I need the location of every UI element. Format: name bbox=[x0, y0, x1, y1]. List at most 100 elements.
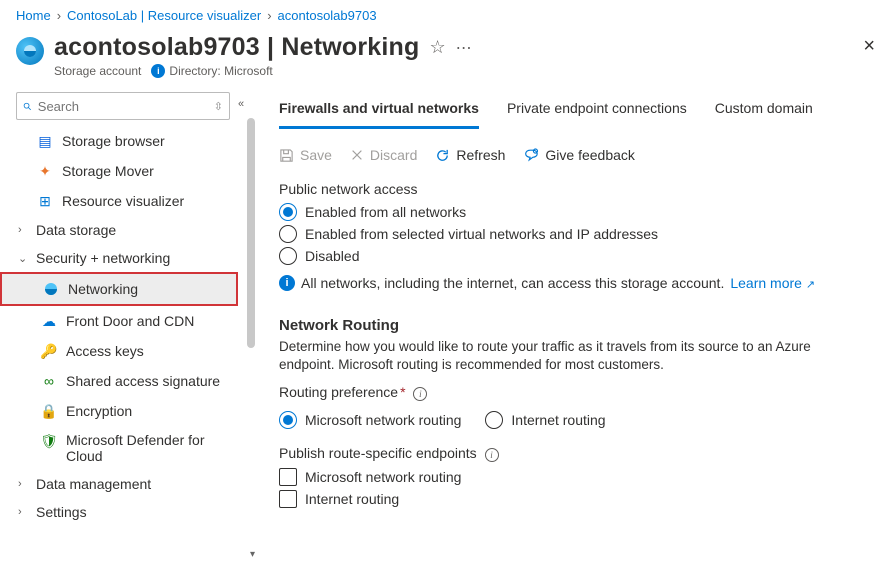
favorite-star-icon[interactable]: ☆ bbox=[429, 37, 445, 58]
save-button: Save bbox=[279, 147, 332, 163]
radio-internet-routing[interactable]: Internet routing bbox=[485, 411, 605, 429]
chevron-down-icon: ⌄ bbox=[18, 252, 28, 265]
sidebar-item-storage-browser[interactable]: ▤ Storage browser bbox=[0, 126, 238, 156]
sidebar-item-label: Security + networking bbox=[36, 250, 170, 266]
button-label: Discard bbox=[370, 147, 417, 163]
info-icon: i bbox=[279, 275, 295, 291]
sidebar-item-label: Resource visualizer bbox=[62, 193, 184, 209]
radio-label: Enabled from all networks bbox=[305, 204, 466, 220]
page-header: acontosolab9703 | Networking ☆ ⋯ Storage… bbox=[0, 27, 891, 88]
discard-icon bbox=[350, 148, 364, 162]
scroll-down-icon[interactable]: ▾ bbox=[250, 549, 255, 560]
sidebar-item-networking[interactable]: Networking bbox=[0, 272, 238, 306]
tab-custom-domain[interactable]: Custom domain bbox=[715, 92, 813, 129]
sidebar-item-front-door-cdn[interactable]: ☁ Front Door and CDN bbox=[0, 306, 238, 336]
button-label: Save bbox=[300, 147, 332, 163]
public-access-heading: Public network access bbox=[279, 181, 873, 197]
refresh-button[interactable]: Refresh bbox=[435, 147, 505, 163]
radio-icon bbox=[279, 411, 297, 429]
sidebar-item-resource-visualizer[interactable]: ⊞ Resource visualizer bbox=[0, 186, 238, 216]
close-icon[interactable]: × bbox=[863, 35, 875, 58]
info-text: All networks, including the internet, ca… bbox=[301, 275, 724, 291]
sidebar-item-label: Shared access signature bbox=[66, 373, 220, 389]
storage-mover-icon: ✦ bbox=[36, 162, 54, 180]
info-tooltip-icon[interactable]: i bbox=[485, 448, 499, 462]
sidebar-item-label: Networking bbox=[68, 281, 138, 297]
sidebar-item-label: Storage Mover bbox=[62, 163, 154, 179]
sidebar-item-data-storage[interactable]: › Data storage bbox=[0, 216, 238, 244]
radio-icon bbox=[279, 225, 297, 243]
search-icon bbox=[23, 100, 32, 113]
radio-enabled-all[interactable]: Enabled from all networks bbox=[279, 203, 873, 221]
toolbar: Save Discard Refresh Give feedback bbox=[279, 147, 873, 163]
checkbox-icon bbox=[279, 490, 297, 508]
network-routing-desc: Determine how you would like to route yo… bbox=[279, 338, 859, 374]
resource-type-label: Storage account bbox=[54, 64, 141, 78]
feedback-button[interactable]: Give feedback bbox=[523, 147, 635, 163]
sidebar-item-label: Storage browser bbox=[62, 133, 165, 149]
tab-firewalls[interactable]: Firewalls and virtual networks bbox=[279, 92, 479, 129]
radio-label: Disabled bbox=[305, 248, 359, 264]
breadcrumb-home[interactable]: Home bbox=[16, 8, 51, 23]
save-icon bbox=[279, 148, 294, 163]
radio-ms-routing[interactable]: Microsoft network routing bbox=[279, 411, 461, 429]
required-star-icon: * bbox=[400, 384, 405, 400]
sidebar-item-defender[interactable]: 🛡 Microsoft Defender for Cloud bbox=[0, 426, 238, 470]
sidebar-item-label: Settings bbox=[36, 504, 87, 520]
front-door-icon: ☁ bbox=[40, 312, 58, 330]
discard-button: Discard bbox=[350, 147, 417, 163]
search-input[interactable] bbox=[38, 99, 214, 114]
radio-icon bbox=[485, 411, 503, 429]
sidebar-item-access-keys[interactable]: 🔑 Access keys bbox=[0, 336, 238, 366]
checkbox-ms-routing[interactable]: Microsoft network routing bbox=[279, 468, 873, 486]
resource-visualizer-icon: ⊞ bbox=[36, 192, 54, 210]
radio-label: Enabled from selected virtual networks a… bbox=[305, 226, 658, 242]
radio-disabled[interactable]: Disabled bbox=[279, 247, 873, 265]
sidebar-item-label: Encryption bbox=[66, 403, 132, 419]
chevron-right-icon: › bbox=[57, 8, 61, 23]
info-message: i All networks, including the internet, … bbox=[279, 275, 873, 291]
directory-label: Directory: Microsoft bbox=[169, 64, 272, 78]
signature-icon: ∞ bbox=[40, 372, 58, 390]
sidebar-search[interactable]: ⇳ bbox=[16, 92, 230, 120]
page-title: acontosolab9703 | Networking bbox=[54, 33, 419, 62]
feedback-icon bbox=[523, 148, 539, 163]
radio-enabled-selected[interactable]: Enabled from selected virtual networks a… bbox=[279, 225, 873, 243]
expand-search-icon[interactable]: ⇳ bbox=[214, 100, 223, 113]
storage-account-icon bbox=[16, 37, 44, 65]
radio-icon bbox=[279, 247, 297, 265]
tab-bar: Firewalls and virtual networks Private e… bbox=[279, 92, 873, 129]
sidebar-item-storage-mover[interactable]: ✦ Storage Mover bbox=[0, 156, 238, 186]
sidebar-item-shared-access-signature[interactable]: ∞ Shared access signature bbox=[0, 366, 238, 396]
button-label: Refresh bbox=[456, 147, 505, 163]
shield-icon: 🛡 bbox=[40, 432, 58, 450]
info-tooltip-icon[interactable]: i bbox=[413, 387, 427, 401]
tab-private-endpoint[interactable]: Private endpoint connections bbox=[507, 92, 687, 129]
sidebar-item-data-management[interactable]: › Data management bbox=[0, 470, 238, 498]
main-content: Firewalls and virtual networks Private e… bbox=[255, 88, 891, 566]
breadcrumb-acontosolab9703[interactable]: acontosolab9703 bbox=[278, 8, 377, 23]
external-link-icon: ↗ bbox=[806, 279, 815, 291]
sidebar-item-label: Data management bbox=[36, 476, 151, 492]
chevron-right-icon: › bbox=[18, 224, 28, 236]
button-label: Give feedback bbox=[545, 147, 635, 163]
publish-endpoints-label: Publish route-specific endpoints i bbox=[279, 445, 873, 462]
learn-more-link[interactable]: Learn more ↗ bbox=[730, 275, 815, 291]
sidebar-item-encryption[interactable]: 🔒 Encryption bbox=[0, 396, 238, 426]
lock-icon: 🔒 bbox=[40, 402, 58, 420]
checkbox-icon bbox=[279, 468, 297, 486]
network-routing-heading: Network Routing bbox=[279, 317, 873, 334]
more-actions-icon[interactable]: ⋯ bbox=[456, 38, 474, 58]
radio-label: Microsoft network routing bbox=[305, 412, 461, 428]
sidebar-item-settings[interactable]: › Settings bbox=[0, 498, 238, 526]
scrollbar-thumb[interactable] bbox=[247, 118, 255, 348]
sidebar-item-label: Front Door and CDN bbox=[66, 313, 194, 329]
key-icon: 🔑 bbox=[40, 342, 58, 360]
chevron-right-icon: › bbox=[267, 8, 271, 23]
breadcrumb-resource-visualizer[interactable]: ContosoLab | Resource visualizer bbox=[67, 8, 261, 23]
checkbox-label: Microsoft network routing bbox=[305, 469, 461, 485]
sidebar-item-label: Microsoft Defender for Cloud bbox=[66, 432, 216, 464]
checkbox-label: Internet routing bbox=[305, 491, 399, 507]
checkbox-internet-routing[interactable]: Internet routing bbox=[279, 490, 873, 508]
sidebar-item-security-networking[interactable]: ⌄ Security + networking bbox=[0, 244, 238, 272]
